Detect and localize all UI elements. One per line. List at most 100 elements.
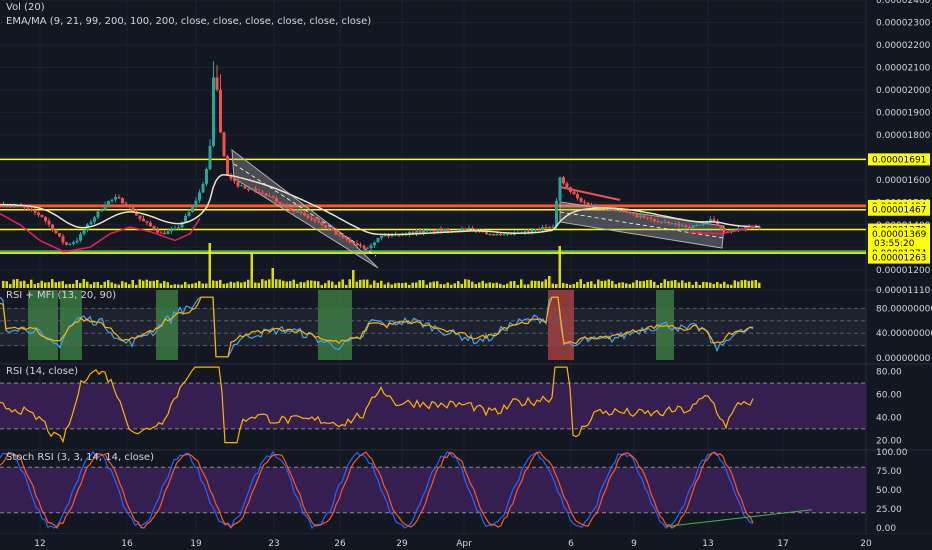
candle-body (719, 225, 723, 229)
candle-body (47, 220, 51, 225)
volume-bar (502, 284, 505, 288)
candle-body (208, 145, 212, 170)
volume-bar (355, 281, 358, 288)
volume-bar (124, 282, 127, 288)
volume-bar (562, 283, 565, 288)
volume-bar (604, 280, 607, 288)
volume-bar (607, 279, 610, 288)
volume-bar (443, 284, 446, 288)
price-tick-label: 0.00002000 (876, 86, 931, 96)
volume-bar (128, 284, 131, 288)
x-axis-label-10: 17 (777, 539, 788, 549)
candle-body (37, 212, 40, 215)
volume-bar (47, 282, 50, 288)
candle-body (586, 202, 590, 205)
candle-body (79, 234, 82, 241)
candle-body (142, 218, 145, 222)
volume-bar (233, 282, 236, 288)
candle-body (184, 215, 187, 223)
candle-body (44, 216, 47, 221)
candle-body (541, 227, 544, 230)
price-tick-label: 0.00002200 (876, 41, 931, 51)
volume-bar (180, 284, 183, 288)
volume-bar (117, 284, 120, 288)
vol-indicator-label: Vol (20) (6, 2, 45, 13)
candle-body (614, 210, 618, 212)
volume-bar (324, 283, 327, 288)
volume-bar (569, 284, 572, 288)
volume-bar (576, 281, 579, 288)
volume-bar (145, 279, 148, 288)
candle-body (12, 205, 16, 207)
candle-body (177, 227, 180, 229)
volume-bar (5, 281, 8, 288)
volume-bar (635, 280, 638, 288)
volume-bar (572, 284, 575, 288)
volume-bar (453, 283, 456, 288)
volume-bar (362, 279, 365, 288)
candle-body (548, 227, 551, 229)
volume-bar (397, 282, 400, 288)
volume-bar (275, 279, 278, 288)
candle-body (341, 234, 345, 238)
candle-body (187, 212, 191, 216)
candle-body (502, 234, 506, 236)
candle-body (387, 235, 390, 237)
volume-bar (184, 281, 187, 288)
candle-body (117, 197, 121, 199)
trading-chart[interactable]: 0.00002400 0.00002300 0.00002200 0.00002100… (0, 0, 932, 550)
candle-body (558, 177, 562, 201)
candle-body (159, 232, 163, 234)
candle-body (691, 225, 695, 229)
candle-body (569, 187, 572, 192)
candle-body (439, 229, 443, 232)
candle-body (537, 229, 541, 231)
volume-bar (698, 284, 701, 288)
volume-bar (670, 280, 673, 288)
x-axis-label-5: 29 (396, 539, 408, 549)
candle-body (121, 198, 124, 204)
candle-body (100, 209, 103, 212)
candle-body (359, 244, 362, 246)
candle-body (667, 221, 670, 224)
volume-bar (82, 279, 85, 288)
volume-bar (614, 284, 617, 288)
candle-body (632, 212, 635, 214)
volume-bar (758, 282, 761, 288)
candle-body (268, 195, 271, 197)
candle-body (226, 156, 229, 176)
candle-body (380, 235, 383, 239)
rsimfi-tick-label: 0.00000000 (876, 354, 931, 364)
candle-body (219, 89, 222, 133)
volume-bar (380, 280, 383, 288)
candle-body (93, 217, 96, 222)
volume-bar (527, 284, 530, 288)
volume-bar (625, 283, 628, 288)
candle-body (247, 188, 250, 190)
candle-body (534, 229, 537, 231)
price-label-text: 0.00001467 (872, 206, 926, 216)
candle-body (618, 210, 621, 212)
volume-bar (639, 281, 642, 288)
volume-bar (58, 281, 61, 288)
candle-body (485, 232, 488, 235)
volume-bar (331, 281, 334, 288)
volume-bar (285, 281, 288, 288)
volume-bar (401, 283, 404, 288)
stoch-tick-label: 0.00 (876, 524, 896, 534)
volume-bar (369, 284, 372, 288)
volume-bar (320, 284, 323, 288)
price-tick-label: 0.00002100 (876, 63, 931, 73)
x-axis-label-4: 26 (334, 539, 346, 549)
candle-body (282, 204, 285, 206)
volume-bar (611, 280, 614, 288)
volume-bar (110, 282, 113, 288)
volume-bar (439, 284, 442, 288)
stoch-tick-label: 75.00 (876, 467, 902, 477)
candle-body (30, 208, 33, 210)
volume-bar (16, 279, 19, 288)
candle-body (33, 209, 37, 213)
candle-body (317, 220, 320, 223)
price-tick-label: 0.00001200 (876, 266, 931, 276)
candle-body (275, 198, 278, 203)
